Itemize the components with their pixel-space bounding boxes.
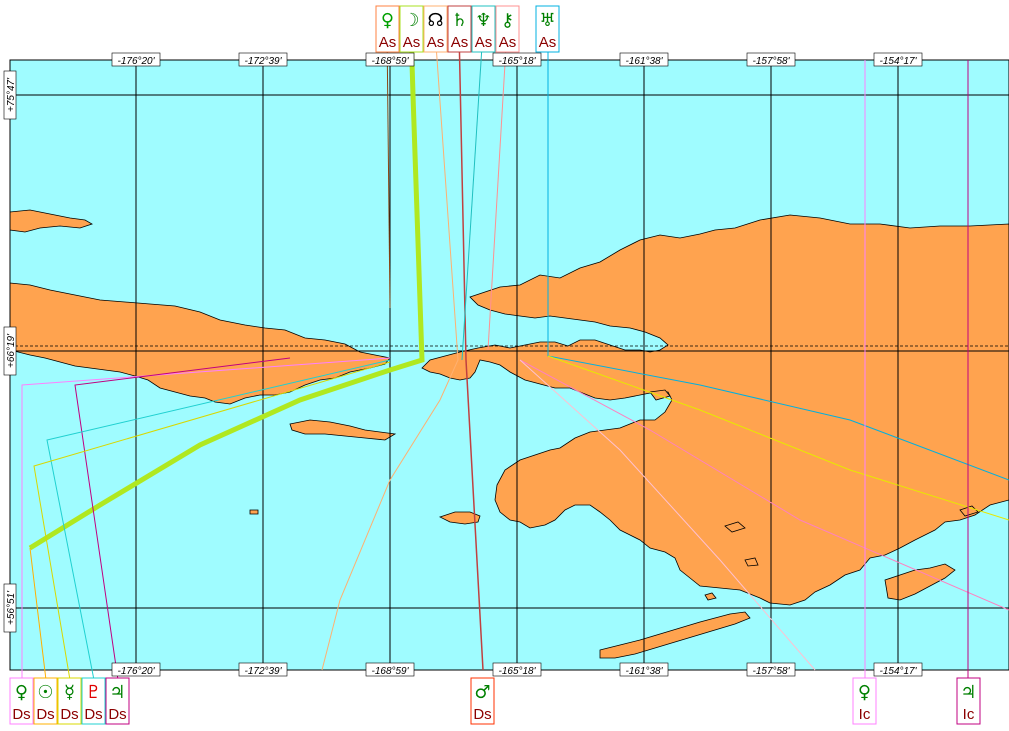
marker-neptune-as[interactable]: ♆ As <box>471 5 496 53</box>
bottom-markers: ♀ Ds ☉ Ds ☿ Ds ♇ Ds ♃ Ds ♂ Ds ♀ Ic ♃ Ic <box>9 677 981 725</box>
lon-label: -154°17' <box>879 56 917 67</box>
jupiter-icon: ♃ <box>960 682 976 703</box>
chiron-icon: ⚷ <box>501 10 514 31</box>
svg-text:Ds: Ds <box>60 706 78 723</box>
top-markers: ♀ As ☽ As ☊ As ♄ As ♆ As ⚷ As ♅ As <box>375 5 560 53</box>
marker-chiron-as[interactable]: ⚷ As <box>495 5 520 53</box>
small-island-1 <box>249 509 259 515</box>
mercury-icon: ☿ <box>64 682 75 703</box>
svg-text:Ds: Ds <box>473 706 491 723</box>
marker-mercury-ds[interactable]: ☿ Ds <box>57 677 82 725</box>
svg-text:Ds: Ds <box>36 706 54 723</box>
jupiter-icon: ♃ <box>109 682 125 703</box>
svg-text:Ds: Ds <box>108 706 126 723</box>
astro-map[interactable]: -176°20' -172°39' -168°59' -165°18' -161… <box>0 0 1009 731</box>
lat-label: +56°51' <box>6 590 17 625</box>
lon-label: -168°59' <box>371 666 409 677</box>
marker-node-as[interactable]: ☊ As <box>423 5 448 53</box>
svg-text:Ic: Ic <box>859 706 871 723</box>
marker-venus-ds[interactable]: ♀ Ds <box>9 677 34 725</box>
marker-moon-as[interactable]: ☽ As <box>399 5 424 53</box>
marker-pluto-ds[interactable]: ♇ Ds <box>81 677 106 725</box>
marker-mars-ds[interactable]: ♂ Ds <box>470 677 495 725</box>
lon-label: -154°17' <box>879 666 917 677</box>
svg-text:Ds: Ds <box>84 706 102 723</box>
marker-jupiter-ds[interactable]: ♃ Ds <box>105 677 130 725</box>
saturn-icon: ♄ <box>451 10 467 31</box>
marker-sun-ds[interactable]: ☉ Ds <box>33 677 58 725</box>
venus-icon: ♀ <box>381 10 394 31</box>
lon-label: -176°20' <box>117 666 155 677</box>
venus-icon: ♀ <box>15 682 28 703</box>
venus-icon: ♀ <box>858 682 871 703</box>
lon-label: -157°58' <box>752 666 790 677</box>
lon-label: -172°39' <box>244 56 282 67</box>
lon-label: -157°58' <box>752 56 790 67</box>
svg-text:Ic: Ic <box>963 706 975 723</box>
lon-label: -165°18' <box>498 666 536 677</box>
uranus-icon: ♅ <box>539 10 555 31</box>
lon-label: -168°59' <box>371 56 409 67</box>
pluto-icon: ♇ <box>85 682 101 703</box>
svg-text:As: As <box>451 34 469 51</box>
marker-saturn-as[interactable]: ♄ As <box>447 5 472 53</box>
svg-text:As: As <box>499 34 517 51</box>
mars-icon: ♂ <box>474 682 490 703</box>
svg-text:As: As <box>539 34 557 51</box>
svg-text:Ds: Ds <box>12 706 30 723</box>
svg-text:As: As <box>427 34 445 51</box>
lon-label: -165°18' <box>498 56 536 67</box>
lon-label: -176°20' <box>117 56 155 67</box>
svg-text:As: As <box>475 34 493 51</box>
moon-icon: ☽ <box>403 10 419 31</box>
lon-label: -172°39' <box>244 666 282 677</box>
svg-text:As: As <box>403 34 421 51</box>
lat-label: +66°19' <box>6 333 17 368</box>
lon-label: -161°38' <box>625 666 663 677</box>
node-icon: ☊ <box>428 10 444 31</box>
marker-uranus-as[interactable]: ♅ As <box>535 5 560 53</box>
svg-text:As: As <box>379 34 397 51</box>
marker-venus-as[interactable]: ♀ As <box>375 5 400 53</box>
marker-venus-ic[interactable]: ♀ Ic <box>852 677 877 725</box>
sun-icon: ☉ <box>37 682 53 703</box>
marker-jupiter-ic[interactable]: ♃ Ic <box>956 677 981 725</box>
lat-label: +75°47' <box>6 77 17 112</box>
neptune-icon: ♆ <box>475 10 491 31</box>
lon-label: -161°38' <box>625 56 663 67</box>
